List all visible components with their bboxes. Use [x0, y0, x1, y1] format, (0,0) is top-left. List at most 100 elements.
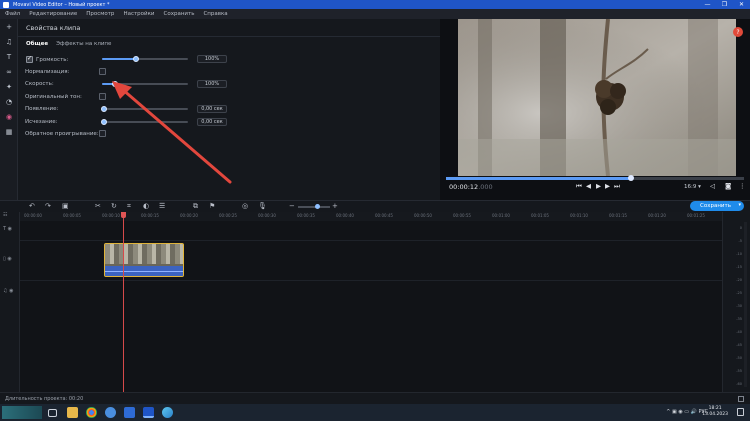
- timeline-toolbar: ↶ ↷ ▣ ✂ ↻ ⌗ ◐ ☰ ⧉ ⚑ ◎ 🎙 − + Сохранить ▾: [0, 200, 750, 212]
- vu-scale: -10: [736, 252, 742, 256]
- vu-scale: 0: [739, 226, 742, 230]
- sticker-icon[interactable]: ◔: [0, 94, 18, 109]
- preview-scrubber[interactable]: [446, 175, 744, 181]
- ruler-tick: 00:00:00: [24, 213, 42, 218]
- plus-icon[interactable]: +: [0, 19, 18, 34]
- ruler-tick: 00:00:55: [453, 213, 471, 218]
- help-button[interactable]: ?: [733, 27, 743, 37]
- text-lane[interactable]: [20, 221, 722, 241]
- os-taskbar: ^ ▣ ◉ ▭ 🔊 РУС 18:21 13.04.2023: [0, 404, 750, 421]
- scrubber-knob[interactable]: [627, 175, 634, 181]
- voiceover-icon[interactable]: ◎: [242, 202, 248, 210]
- music-note-icon[interactable]: ♫: [0, 34, 18, 49]
- slider-knob[interactable]: [101, 106, 107, 112]
- microphone-icon[interactable]: 🎙: [258, 202, 267, 210]
- menu-view[interactable]: Просмотр: [86, 11, 114, 17]
- menu-file[interactable]: Файл: [5, 11, 20, 17]
- rotate-icon[interactable]: ↻: [111, 202, 117, 210]
- save-button[interactable]: Сохранить ▾: [690, 201, 744, 211]
- start-button[interactable]: [2, 406, 42, 419]
- color-adjust-icon[interactable]: ◐: [143, 202, 149, 210]
- scrubber-fill: [446, 177, 631, 180]
- add-track-icon[interactable]: ☷: [3, 212, 7, 218]
- zoom-knob[interactable]: [315, 204, 320, 209]
- video-thumbnail-image: [458, 19, 736, 176]
- vu-scale: -45: [736, 343, 742, 347]
- marker-icon[interactable]: ⚑: [209, 202, 215, 210]
- tab-general[interactable]: Общее: [26, 41, 48, 47]
- volume-value[interactable]: 100%: [197, 55, 227, 63]
- vu-scale: -55: [736, 369, 742, 373]
- menu-save[interactable]: Сохранить: [164, 11, 195, 17]
- preview-panel: ? 00:00:12.000 ⏮ ◀ ▶ ▶ ⏭ 16:9 ▾ ◁ ◙ ⋮: [440, 19, 750, 200]
- chevron-down-icon[interactable]: ▾: [738, 202, 741, 208]
- vu-scale: -20: [736, 278, 742, 282]
- cut-icon[interactable]: ✂: [95, 202, 101, 210]
- chrome-icon[interactable]: [86, 407, 97, 418]
- fullscreen-icon[interactable]: [738, 396, 744, 402]
- aspect-ratio-select[interactable]: 16:9 ▾: [684, 184, 701, 190]
- playhead-handle[interactable]: [121, 212, 126, 218]
- zoom-out-icon[interactable]: −: [289, 202, 295, 210]
- vu-scale: -25: [736, 291, 742, 295]
- clock-date: 13.04.2023: [702, 412, 728, 417]
- zoom-in-icon[interactable]: +: [332, 202, 338, 210]
- clip-properties-icon[interactable]: ☰: [159, 202, 165, 210]
- original-pitch-checkbox[interactable]: [99, 93, 106, 100]
- vu-scale: -60: [736, 382, 742, 386]
- zoom-slider[interactable]: [298, 204, 330, 209]
- track-headers: ☷ T ◉ ▯ ◉ ♫ ◉: [0, 212, 20, 392]
- app-taskbar-icon[interactable]: [162, 407, 173, 418]
- close-button[interactable]: ✕: [733, 0, 750, 9]
- redo-icon[interactable]: ↷: [45, 202, 51, 210]
- notifications-icon[interactable]: [737, 408, 744, 416]
- menu-settings[interactable]: Настройки: [123, 11, 154, 17]
- play-icon[interactable]: ▶: [596, 182, 601, 190]
- slider-knob[interactable]: [133, 56, 140, 62]
- audio-lane[interactable]: [20, 281, 722, 392]
- transition-icon[interactable]: ∞: [0, 64, 18, 79]
- slider-knob[interactable]: [101, 119, 107, 125]
- video-clip[interactable]: [104, 243, 184, 277]
- minimize-button[interactable]: —: [699, 0, 716, 9]
- file-explorer-icon[interactable]: [67, 407, 78, 418]
- taskbar-clock[interactable]: 18:21 13.04.2023: [702, 406, 728, 418]
- level-bar: [744, 222, 747, 387]
- volume-checkbox[interactable]: [26, 55, 33, 63]
- task-view-icon[interactable]: [48, 409, 57, 417]
- volume-icon[interactable]: ◁: [710, 182, 715, 190]
- more-icon[interactable]: ⋮: [739, 182, 746, 190]
- normalize-checkbox[interactable]: [99, 68, 106, 75]
- original-pitch-label: Оригинальный тон:: [25, 94, 82, 100]
- reverse-checkbox[interactable]: [99, 130, 106, 137]
- crop-icon[interactable]: ⌗: [127, 202, 131, 211]
- volume-slider[interactable]: [102, 55, 188, 63]
- maximize-button[interactable]: ❐: [716, 0, 733, 9]
- clip-properties-panel: Свойства клипа Общее Эффекты на клипе Гр…: [18, 19, 440, 200]
- more-tools-icon[interactable]: ▦: [0, 124, 18, 139]
- tab-clip-effects[interactable]: Эффекты на клипе: [56, 41, 111, 47]
- timeline-tracks[interactable]: [20, 221, 722, 392]
- magic-wand-icon[interactable]: ✦: [0, 79, 18, 94]
- text-icon[interactable]: T: [0, 49, 18, 64]
- menu-edit[interactable]: Редактирование: [29, 11, 77, 17]
- undo-icon[interactable]: ↶: [29, 202, 35, 210]
- overlay-icon[interactable]: ⧉: [193, 202, 198, 211]
- video-track-icon[interactable]: ▯ ◉: [3, 256, 12, 262]
- skip-end-icon[interactable]: ⏭: [614, 182, 620, 191]
- audio-track-icon[interactable]: ♫ ◉: [3, 288, 13, 294]
- next-frame-icon[interactable]: ▶: [605, 182, 610, 190]
- text-track-icon[interactable]: T ◉: [3, 226, 12, 232]
- browser-icon[interactable]: [105, 407, 116, 418]
- playhead[interactable]: [121, 212, 126, 392]
- filter-icon[interactable]: ◉: [0, 109, 18, 124]
- divider: [18, 36, 440, 37]
- ruler-tick: 00:00:35: [297, 213, 315, 218]
- prev-frame-icon[interactable]: ◀: [586, 182, 591, 190]
- skip-start-icon[interactable]: ⏮: [576, 182, 582, 191]
- word-icon[interactable]: [124, 407, 135, 418]
- snapshot-icon[interactable]: ◙: [725, 182, 731, 190]
- delete-icon[interactable]: ▣: [62, 202, 69, 210]
- movavi-taskbar-icon[interactable]: [143, 407, 154, 418]
- menu-help[interactable]: Справка: [203, 11, 227, 17]
